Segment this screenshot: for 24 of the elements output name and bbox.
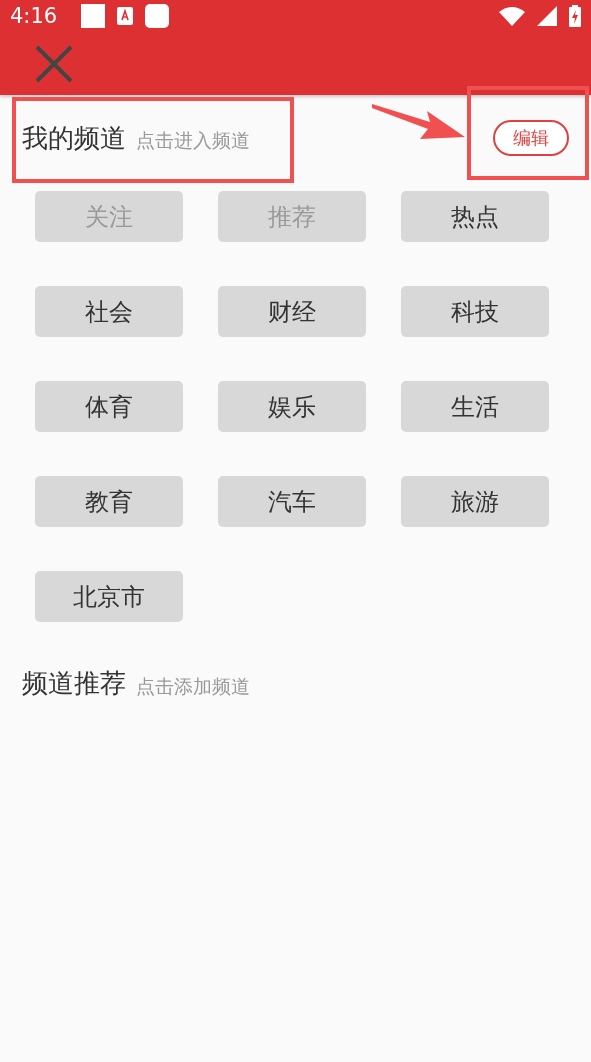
channel-chip[interactable]: 科技 — [401, 286, 549, 337]
channel-chip[interactable]: 北京市 — [35, 571, 183, 622]
section-title: 频道推荐 — [22, 667, 126, 700]
channel-chip[interactable]: 娱乐 — [218, 381, 366, 432]
edit-button[interactable]: 编辑 — [493, 120, 569, 156]
section-hint: 点击进入频道 — [136, 128, 250, 153]
channel-chip[interactable]: 旅游 — [401, 476, 549, 527]
section-hint: 点击添加频道 — [136, 673, 250, 699]
channel-chip[interactable]: 社会 — [35, 286, 183, 337]
notification-icon — [145, 4, 170, 28]
channel-chip[interactable]: 生活 — [401, 381, 549, 432]
close-icon[interactable] — [35, 44, 73, 83]
app-notification-icon — [117, 7, 134, 25]
channel-chip[interactable]: 财经 — [218, 286, 366, 337]
notification-icon — [81, 4, 106, 28]
channel-chip[interactable]: 教育 — [35, 476, 183, 527]
wifi-icon — [499, 6, 525, 26]
channel-chip[interactable]: 汽车 — [218, 476, 366, 527]
battery-icon — [569, 5, 581, 27]
section-title: 我的频道 — [22, 121, 126, 155]
channel-chip[interactable]: 体育 — [35, 381, 183, 432]
status-time: 4:16 — [10, 4, 58, 28]
channel-chip[interactable]: 热点 — [401, 191, 549, 242]
signal-icon — [537, 6, 557, 26]
